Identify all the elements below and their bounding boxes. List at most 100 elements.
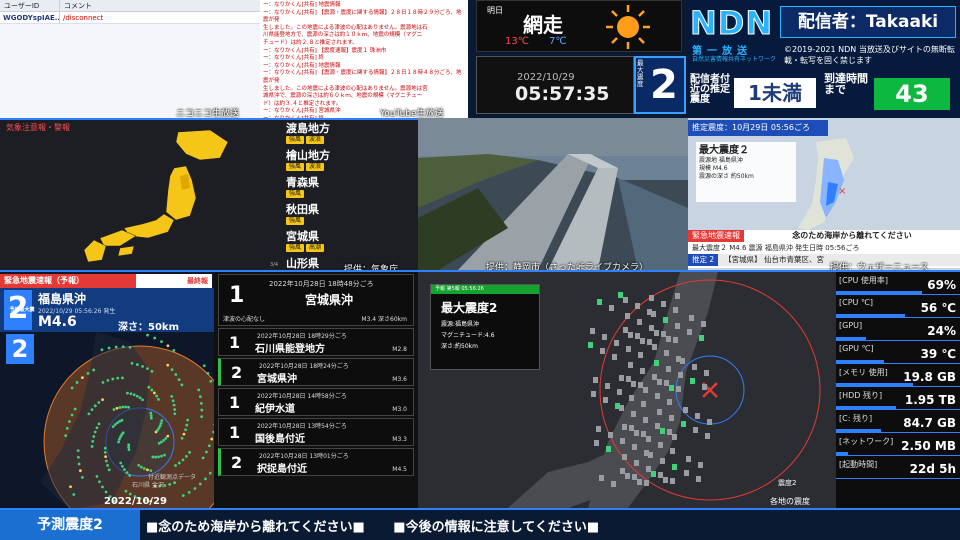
- arrival-time-label: 到達時間まで: [824, 72, 868, 96]
- intensity-marker: [651, 471, 656, 477]
- earthquake-item[interactable]: 1 2022年10月28日 13時54分ごろ 国後島付近 M3.3: [218, 418, 414, 446]
- station-dot: [93, 404, 97, 408]
- clock-date: 2022/10/29: [517, 72, 575, 83]
- intensity-marker: [667, 399, 672, 405]
- station-dot: [173, 481, 176, 485]
- quake-date: 2022年10月28日 13時54分ごろ: [257, 423, 347, 430]
- quake-magnitude: M3.4 深さ60km: [361, 316, 407, 323]
- stat-value: 39 ℃: [920, 347, 956, 361]
- station-dot: [198, 482, 202, 486]
- intensity-marker: [646, 466, 651, 472]
- comment-row[interactable]: WGODYspIAE... /disconnect: [0, 12, 260, 24]
- station-dot: [201, 456, 205, 460]
- intensity-marker: [638, 382, 643, 388]
- station-dot: [155, 394, 159, 398]
- intensity-marker: [622, 424, 627, 430]
- stat-value: 2.50 MB: [901, 439, 956, 453]
- intensity-marker: [652, 374, 657, 380]
- map-depth: 深さ:約50km: [441, 343, 478, 350]
- station-dot: [80, 476, 84, 479]
- copyright: ©2019-2021 NDN 当放送及びサイトの無断転載・転写を固く禁じます: [784, 45, 955, 65]
- nhk-title-bar: 推定震度：10月29日 05:56ごろ: [688, 120, 828, 136]
- svg-text:×: ×: [838, 186, 846, 197]
- nhk-estimated-regions: 【宮城県】 仙台市青葉区、宮: [724, 255, 825, 264]
- station-dot: [76, 449, 80, 453]
- station-dot: [170, 368, 174, 372]
- estimated-intensity-value: 1未満: [734, 78, 816, 108]
- station-dot: [150, 369, 154, 373]
- stat-row: [CPU ℃] 56 ℃: [836, 295, 960, 318]
- intensity-marker: [676, 386, 681, 392]
- station-dot: [106, 378, 110, 382]
- station-dot: [75, 381, 79, 384]
- map-max-intensity: 最大震度2: [441, 301, 498, 315]
- warning-page-indicator: 3/4: [270, 262, 279, 268]
- warning-tag: 強風: [286, 190, 305, 198]
- station-dot: [69, 485, 72, 489]
- earthquake-item[interactable]: 2 2022年10月28日 18時24分ごろ 宮城県沖 M3.6: [218, 358, 414, 386]
- intensity-marker: [660, 458, 665, 464]
- earthquake-item[interactable]: 1 2022年10月28日 18時29分ごろ 石川県能登地方 M2.8: [218, 328, 414, 356]
- quake-intensity: 2: [231, 453, 243, 472]
- intensity-marker: [646, 436, 651, 442]
- station-dot: [177, 461, 181, 465]
- warning-tag: 波浪: [306, 163, 325, 171]
- intensity-marker: [644, 480, 649, 486]
- station-dot: [125, 471, 129, 474]
- warning-region-list: 渡島地方強風波浪檜山地方強風波浪青森県強風秋田県強風宮城県強風高潮山形県強風: [286, 122, 330, 284]
- intensity-marker: [669, 385, 674, 391]
- intensity-marker: [631, 381, 636, 387]
- station-dot: [164, 437, 168, 440]
- station-dot: [121, 376, 124, 380]
- warning-tag: 強風: [286, 163, 305, 171]
- station-dot: [138, 396, 142, 400]
- station-dot: [210, 437, 214, 441]
- earthquake-item[interactable]: 1 2022年10月28日 14時58分ごろ 紀伊水道 M3.0: [218, 388, 414, 416]
- station-dot: [181, 458, 185, 462]
- intensity-marker: [614, 340, 619, 346]
- distributor-name: 配信者：Takaaki: [780, 6, 956, 38]
- intensity-marker: [667, 429, 672, 435]
- earthquake-item[interactable]: 2 2022年10月28日 13時01分ごろ 択捉島付近 M4.5: [218, 448, 414, 476]
- warning-region: 宮城県 強風 高潮: [286, 230, 330, 257]
- map-epicenter: 震源:福島県沖: [441, 321, 480, 328]
- station-dot: [146, 468, 149, 472]
- stat-bar: [836, 337, 866, 340]
- station-dot: [160, 419, 164, 422]
- quake-date: 2022年10月28日 18時29分ごろ: [257, 333, 347, 340]
- intensity-marker: [611, 481, 616, 487]
- intensity-marker: [652, 344, 657, 350]
- station-dot: [130, 361, 134, 365]
- stat-label: [GPU ℃]: [839, 344, 874, 353]
- intensity-marker: [606, 446, 611, 452]
- intensity-marker: [635, 303, 640, 309]
- intensity-marker: [609, 305, 614, 311]
- earthquake-history-list: 1 2022年10月28日 18時48分ごろ 宮城県沖 M3.4 深さ60km 津波の心…: [214, 270, 418, 508]
- station-dot: [160, 454, 163, 458]
- nhk-alert-text: 念のため海岸から離れてください: [792, 231, 912, 240]
- earthquake-item[interactable]: 1 2022年10月28日 18時48分ごろ 宮城県沖 M3.4 深さ60km 津波の心…: [218, 274, 414, 326]
- weather-warning-map: 気象注意報・警報 渡島地方 強風 波浪 檜山地方 強風 波浪 青森県 強風 秋田県 強風 宮城県 強風…: [0, 118, 418, 279]
- intensity-marker: [684, 470, 689, 476]
- station-dot: [121, 405, 125, 409]
- station-dot: [166, 344, 170, 348]
- intensity-marker: [603, 397, 608, 403]
- station-dot: [91, 439, 95, 443]
- intensity-marker: [597, 299, 602, 305]
- intensity-marker: [612, 354, 617, 360]
- station-dot: [124, 405, 128, 409]
- intensity-marker: [628, 332, 633, 338]
- intensity-marker: [640, 368, 645, 374]
- stat-bar: [836, 291, 922, 294]
- intensity-marker: [638, 352, 643, 358]
- station-dot: [135, 394, 139, 398]
- station-dot: [139, 465, 143, 469]
- warning-tags: 強風: [286, 217, 330, 225]
- warning-region-name: 秋田県: [286, 203, 319, 216]
- intensity-marker: [641, 401, 646, 407]
- intensity-marker: [602, 334, 607, 340]
- station-dot: [149, 411, 153, 415]
- intensity-marker: [643, 387, 648, 393]
- intensity-marker: [596, 426, 601, 432]
- intensity-marker: [635, 333, 640, 339]
